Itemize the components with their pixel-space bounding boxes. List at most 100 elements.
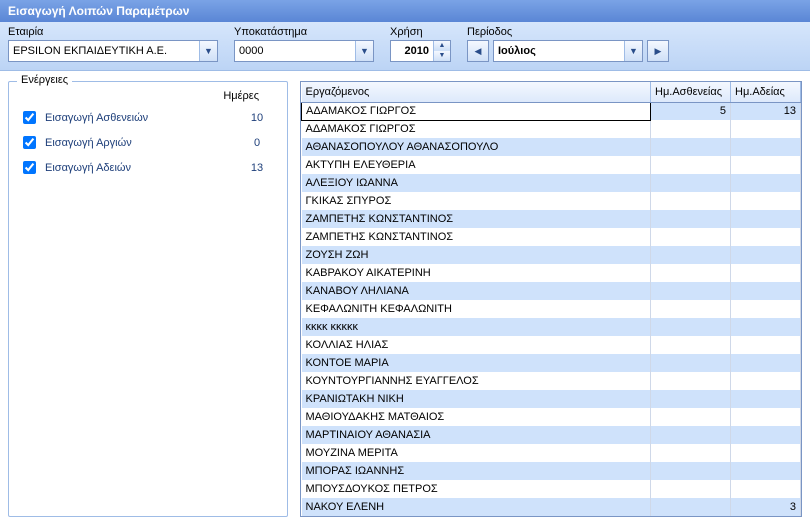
table-row[interactable]: ΚΕΦΑΛΩΝΙΤΗ ΚΕΦΑΛΩΝΙΤΗ — [302, 300, 801, 318]
period-next-button[interactable]: ▶ — [647, 40, 669, 62]
col-sick[interactable]: Ημ.Ασθενείας — [651, 82, 731, 102]
period-prev-button[interactable]: ◀ — [467, 40, 489, 62]
cell-leave[interactable] — [731, 192, 801, 210]
cell-employee[interactable]: ΚΑΝΑΒΟΥ ΛΗΛΙΑΝΑ — [302, 282, 651, 300]
cell-leave[interactable] — [731, 264, 801, 282]
table-row[interactable]: ΚΡΑΝΙΩΤΑΚΗ ΝΙΚΗ — [302, 390, 801, 408]
cell-leave[interactable] — [731, 390, 801, 408]
cell-leave[interactable] — [731, 282, 801, 300]
branch-input[interactable] — [235, 41, 355, 61]
cell-employee[interactable]: ΓΚΙΚΑΣ ΣΠΥΡΟΣ — [302, 192, 651, 210]
table-row[interactable]: ΚΟΝΤΟΕ ΜΑΡΙΑ — [302, 354, 801, 372]
cell-leave[interactable] — [731, 300, 801, 318]
cell-sick[interactable] — [651, 336, 731, 354]
spin-up-icon[interactable]: ▲ — [434, 41, 450, 51]
period-combo[interactable]: ▼ — [493, 40, 643, 62]
cell-employee[interactable]: ΚΟΝΤΟΕ ΜΑΡΙΑ — [302, 354, 651, 372]
table-row[interactable]: ΚΑΝΑΒΟΥ ΛΗΛΙΑΝΑ — [302, 282, 801, 300]
table-row[interactable]: ΖΟΥΣΗ ΖΩΗ — [302, 246, 801, 264]
employee-grid[interactable]: Εργαζόμενος Ημ.Ασθενείας Ημ.Αδείας ΑΔΑΜΑ… — [300, 81, 802, 517]
cell-employee[interactable]: ΜΠΟΥΣΔΟΥΚΟΣ ΠΕΤΡΟΣ — [302, 480, 651, 498]
cell-sick[interactable] — [651, 354, 731, 372]
cell-leave[interactable] — [731, 354, 801, 372]
cell-employee[interactable]: ΖΑΜΠΕΤΗΣ ΚΩΝΣΤΑΝΤΙΝΟΣ — [302, 228, 651, 246]
cell-sick[interactable] — [651, 444, 731, 462]
cell-sick[interactable] — [651, 408, 731, 426]
cell-sick[interactable] — [651, 462, 731, 480]
table-row[interactable]: ΜΟΥΖΙΝΑ ΜΕΡΙΤΑ — [302, 444, 801, 462]
chevron-down-icon[interactable]: ▼ — [199, 41, 217, 61]
cell-sick[interactable] — [651, 264, 731, 282]
table-row[interactable]: ΑΚΤΥΠΗ ΕΛΕΥΘΕΡΙΑ — [302, 156, 801, 174]
table-row[interactable]: ΚΟΥΝΤΟΥΡΓΙΑΝΝΗΣ ΕΥΑΓΓΕΛΟΣ — [302, 372, 801, 390]
table-row[interactable]: ΝΑΚΟΥ ΕΛΕΝΗ 3 — [302, 498, 801, 516]
chevron-down-icon[interactable]: ▼ — [624, 41, 642, 61]
cell-leave[interactable] — [731, 246, 801, 264]
table-row[interactable]: ΖΑΜΠΕΤΗΣ ΚΩΝΣΤΑΝΤΙΝΟΣ — [302, 210, 801, 228]
table-row[interactable]: ΚΑΒΡΑΚΟΥ ΑΙΚΑΤΕΡΙΝΗ — [302, 264, 801, 282]
cell-employee[interactable]: ΚΟΥΝΤΟΥΡΓΙΑΝΝΗΣ ΕΥΑΓΓΕΛΟΣ — [302, 372, 651, 390]
table-row[interactable]: ΑΘΑΝΑΣΟΠΟΥΛΟΥ ΑΘΑΝΑΣΟΠΟΥΛΟ — [302, 138, 801, 156]
cell-sick[interactable] — [651, 174, 731, 192]
cell-leave[interactable] — [731, 228, 801, 246]
cell-sick[interactable] — [651, 390, 731, 408]
cell-employee[interactable]: ΜΑΘΙΟΥΔΑΚΗΣ ΜΑΤΘΑΙΟΣ — [302, 408, 651, 426]
cell-employee[interactable]: ΖΑΜΠΕΤΗΣ ΚΩΝΣΤΑΝΤΙΝΟΣ — [302, 210, 651, 228]
table-row[interactable]: ΖΑΜΠΕΤΗΣ ΚΩΝΣΤΑΝΤΙΝΟΣ — [302, 228, 801, 246]
cell-leave[interactable] — [731, 408, 801, 426]
cell-employee[interactable]: ΜΠΟΡΑΣ ΙΩΑΝΝΗΣ — [302, 462, 651, 480]
cell-sick[interactable] — [651, 498, 731, 516]
action-checkbox[interactable] — [23, 136, 36, 149]
company-input[interactable] — [9, 41, 199, 61]
company-combo[interactable]: ▼ — [8, 40, 218, 62]
cell-sick[interactable] — [651, 246, 731, 264]
action-checkbox-label[interactable]: Εισαγωγή Αργιών — [19, 133, 132, 152]
cell-employee[interactable]: ΑΔΑΜΑΚΟΣ ΓΙΩΡΓΟΣ — [302, 120, 651, 138]
cell-employee[interactable]: ΚΟΛΛΙΑΣ ΗΛΙΑΣ — [302, 336, 651, 354]
action-checkbox-label[interactable]: Εισαγωγή Ασθενειών — [19, 108, 148, 127]
year-spinner[interactable]: ▲ ▼ — [390, 40, 451, 62]
cell-leave[interactable] — [731, 462, 801, 480]
cell-leave[interactable] — [731, 444, 801, 462]
cell-sick[interactable] — [651, 138, 731, 156]
cell-employee[interactable]: ΜΟΥΖΙΝΑ ΜΕΡΙΤΑ — [302, 444, 651, 462]
cell-leave[interactable] — [731, 318, 801, 336]
action-checkbox[interactable] — [23, 161, 36, 174]
table-row[interactable]: κκκκ κκκκκ — [302, 318, 801, 336]
cell-employee[interactable]: ΝΑΚΟΥ ΕΛΕΝΗ — [302, 498, 651, 516]
cell-sick[interactable] — [651, 426, 731, 444]
branch-combo[interactable]: ▼ — [234, 40, 374, 62]
table-row[interactable]: ΜΠΟΥΣΔΟΥΚΟΣ ΠΕΤΡΟΣ — [302, 480, 801, 498]
cell-leave[interactable] — [731, 156, 801, 174]
table-row[interactable]: ΚΟΛΛΙΑΣ ΗΛΙΑΣ — [302, 336, 801, 354]
cell-leave[interactable]: 13 — [731, 102, 801, 120]
cell-employee[interactable]: κκκκ κκκκκ — [302, 318, 651, 336]
action-checkbox-label[interactable]: Εισαγωγή Αδειών — [19, 158, 131, 177]
cell-leave[interactable] — [731, 336, 801, 354]
table-row[interactable]: ΜΑΡΤΙΝΑΙΟΥ ΑΘΑΝΑΣΙΑ — [302, 426, 801, 444]
cell-sick[interactable]: 5 — [651, 102, 731, 120]
cell-sick[interactable] — [651, 228, 731, 246]
cell-leave[interactable] — [731, 120, 801, 138]
cell-employee[interactable]: ΜΑΡΤΙΝΑΙΟΥ ΑΘΑΝΑΣΙΑ — [302, 426, 651, 444]
cell-sick[interactable] — [651, 480, 731, 498]
action-checkbox[interactable] — [23, 111, 36, 124]
cell-sick[interactable] — [651, 120, 731, 138]
table-row[interactable]: ΜΑΘΙΟΥΔΑΚΗΣ ΜΑΤΘΑΙΟΣ — [302, 408, 801, 426]
cell-leave[interactable] — [731, 174, 801, 192]
cell-employee[interactable]: ΖΟΥΣΗ ΖΩΗ — [302, 246, 651, 264]
table-row[interactable]: ΑΔΑΜΑΚΟΣ ΓΙΩΡΓΟΣ — [302, 120, 801, 138]
cell-employee[interactable]: ΚΕΦΑΛΩΝΙΤΗ ΚΕΦΑΛΩΝΙΤΗ — [302, 300, 651, 318]
cell-sick[interactable] — [651, 282, 731, 300]
cell-leave[interactable] — [731, 480, 801, 498]
cell-leave[interactable]: 3 — [731, 498, 801, 516]
year-input[interactable] — [391, 41, 433, 61]
chevron-down-icon[interactable]: ▼ — [355, 41, 373, 61]
period-input[interactable] — [494, 41, 624, 61]
cell-sick[interactable] — [651, 372, 731, 390]
table-row[interactable]: ΜΠΟΡΑΣ ΙΩΑΝΝΗΣ — [302, 462, 801, 480]
table-row[interactable]: ΑΔΑΜΑΚΟΣ ΓΙΩΡΓΟΣ513 — [302, 102, 801, 120]
cell-leave[interactable] — [731, 138, 801, 156]
col-employee[interactable]: Εργαζόμενος — [302, 82, 651, 102]
cell-sick[interactable] — [651, 300, 731, 318]
